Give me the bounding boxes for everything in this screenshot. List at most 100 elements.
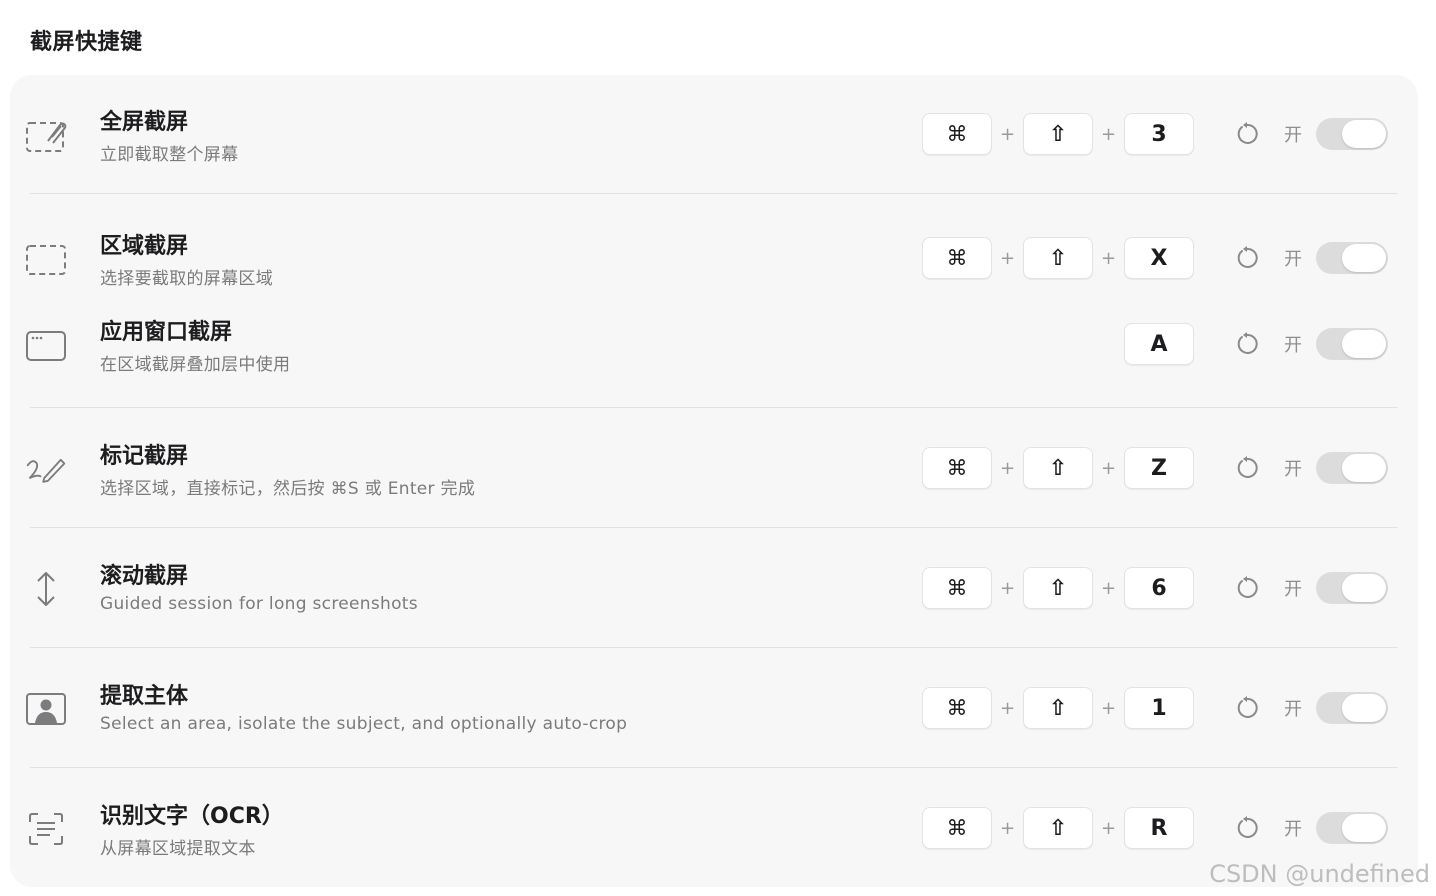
plus-separator: +	[999, 123, 1016, 145]
shortcut-row-ocr: 识别文字（OCR） 从屏幕区域提取文本 ⌘ + ⇧ + R 开	[20, 794, 1388, 864]
key-main[interactable]: A	[1124, 323, 1194, 365]
shortcut-desc: 选择区域，直接标记，然后按 ⌘S 或 Enter 完成	[100, 479, 476, 499]
fullscreen-capture-icon	[24, 113, 68, 157]
text-scan-icon	[24, 807, 68, 851]
toggle-on-label: 开	[1284, 335, 1302, 356]
shortcut-keys: ⌘ + ⇧ + 1 开	[922, 686, 1388, 730]
reset-icon[interactable]	[1232, 453, 1262, 483]
shortcut-title: 全屏截屏	[100, 110, 189, 135]
plus-separator: +	[1100, 697, 1117, 719]
reset-icon[interactable]	[1232, 693, 1262, 723]
enable-toggle[interactable]	[1316, 812, 1388, 844]
subject-portrait-icon	[24, 687, 68, 731]
key-command[interactable]: ⌘	[922, 447, 992, 489]
plus-separator: +	[1100, 577, 1117, 599]
key-shift[interactable]: ⇧	[1023, 237, 1093, 279]
key-shift[interactable]: ⇧	[1023, 567, 1093, 609]
shortcut-title: 标记截屏	[100, 444, 189, 469]
toggle-knob	[1342, 244, 1386, 272]
key-command[interactable]: ⌘	[922, 567, 992, 609]
key-command[interactable]: ⌘	[922, 237, 992, 279]
toggle-on-label: 开	[1284, 819, 1302, 840]
plus-separator: +	[999, 457, 1016, 479]
key-main[interactable]: X	[1124, 237, 1194, 279]
enable-toggle[interactable]	[1316, 692, 1388, 724]
reset-icon[interactable]	[1232, 813, 1262, 843]
plus-separator: +	[1100, 123, 1117, 145]
shortcut-desc: 从屏幕区域提取文本	[100, 839, 256, 859]
shortcut-title: 识别文字（OCR）	[100, 804, 284, 829]
shortcut-desc: 选择要截取的屏幕区域	[100, 269, 273, 289]
key-main[interactable]: 3	[1124, 113, 1194, 155]
section-title: 截屏快捷键	[30, 30, 143, 55]
shortcut-keys: ⌘ + ⇧ + X 开	[922, 236, 1388, 280]
shortcut-keys: ⌘ + ⇧ + R 开	[922, 806, 1388, 850]
reset-icon[interactable]	[1232, 329, 1262, 359]
plus-separator: +	[999, 697, 1016, 719]
reset-icon[interactable]	[1232, 119, 1262, 149]
shortcut-keys: ⌘ + ⇧ + 6 开	[922, 566, 1388, 610]
key-main[interactable]: 1	[1124, 687, 1194, 729]
area-capture-icon	[24, 237, 68, 281]
watermark: CSDN @undefined	[1209, 860, 1430, 888]
toggle-on-label: 开	[1284, 249, 1302, 270]
shortcut-title: 提取主体	[100, 684, 189, 709]
scroll-arrows-icon	[24, 567, 68, 611]
divider	[30, 407, 1398, 408]
shortcut-title: 区域截屏	[100, 234, 189, 259]
key-main[interactable]: R	[1124, 807, 1194, 849]
shortcut-row-area: 区域截屏 选择要截取的屏幕区域 ⌘ + ⇧ + X 开	[20, 224, 1388, 294]
toggle-knob	[1342, 120, 1386, 148]
enable-toggle[interactable]	[1316, 328, 1388, 360]
shortcut-row-subject: 提取主体 Select an area, isolate the subject…	[20, 674, 1388, 744]
toggle-knob	[1342, 574, 1386, 602]
reset-icon[interactable]	[1232, 243, 1262, 273]
shortcut-row-fullscreen: 全屏截屏 立即截取整个屏幕 ⌘ + ⇧ + 3 开	[20, 100, 1388, 170]
plus-separator: +	[1100, 817, 1117, 839]
key-shift[interactable]: ⇧	[1023, 687, 1093, 729]
shortcut-keys: ⌘ + ⇧ + 3 开	[922, 112, 1388, 156]
plus-separator: +	[999, 577, 1016, 599]
toggle-on-label: 开	[1284, 579, 1302, 600]
key-command[interactable]: ⌘	[922, 687, 992, 729]
key-command[interactable]: ⌘	[922, 807, 992, 849]
shortcut-keys: A 开	[1124, 322, 1388, 366]
key-shift[interactable]: ⇧	[1023, 807, 1093, 849]
toggle-knob	[1342, 814, 1386, 842]
key-command[interactable]: ⌘	[922, 113, 992, 155]
enable-toggle[interactable]	[1316, 242, 1388, 274]
toggle-on-label: 开	[1284, 459, 1302, 480]
window-capture-icon	[24, 323, 68, 367]
shortcut-desc: 在区域截屏叠加层中使用	[100, 355, 291, 375]
key-shift[interactable]: ⇧	[1023, 113, 1093, 155]
toggle-knob	[1342, 330, 1386, 358]
enable-toggle[interactable]	[1316, 118, 1388, 150]
reset-icon[interactable]	[1232, 573, 1262, 603]
divider	[30, 767, 1398, 768]
toggle-knob	[1342, 454, 1386, 482]
plus-separator: +	[999, 247, 1016, 269]
toggle-on-label: 开	[1284, 125, 1302, 146]
key-shift[interactable]: ⇧	[1023, 447, 1093, 489]
shortcut-row-markup: 标记截屏 选择区域，直接标记，然后按 ⌘S 或 Enter 完成 ⌘ + ⇧ +…	[20, 434, 1388, 504]
plus-separator: +	[999, 817, 1016, 839]
plus-separator: +	[1100, 457, 1117, 479]
divider	[30, 193, 1398, 194]
shortcut-row-window: 应用窗口截屏 在区域截屏叠加层中使用 A 开	[20, 310, 1388, 380]
toggle-knob	[1342, 694, 1386, 722]
enable-toggle[interactable]	[1316, 572, 1388, 604]
enable-toggle[interactable]	[1316, 452, 1388, 484]
key-main[interactable]: Z	[1124, 447, 1194, 489]
key-main[interactable]: 6	[1124, 567, 1194, 609]
shortcut-desc: Select an area, isolate the subject, and…	[100, 714, 628, 734]
shortcut-keys: ⌘ + ⇧ + Z 开	[922, 446, 1388, 490]
shortcut-title: 应用窗口截屏	[100, 320, 233, 345]
shortcut-desc: 立即截取整个屏幕	[100, 145, 239, 165]
toggle-on-label: 开	[1284, 699, 1302, 720]
markup-pen-icon	[24, 447, 68, 491]
divider	[30, 527, 1398, 528]
plus-separator: +	[1100, 247, 1117, 269]
shortcut-desc: Guided session for long screenshots	[100, 594, 418, 614]
shortcut-title: 滚动截屏	[100, 564, 189, 589]
shortcut-row-scroll: 滚动截屏 Guided session for long screenshots…	[20, 554, 1388, 624]
